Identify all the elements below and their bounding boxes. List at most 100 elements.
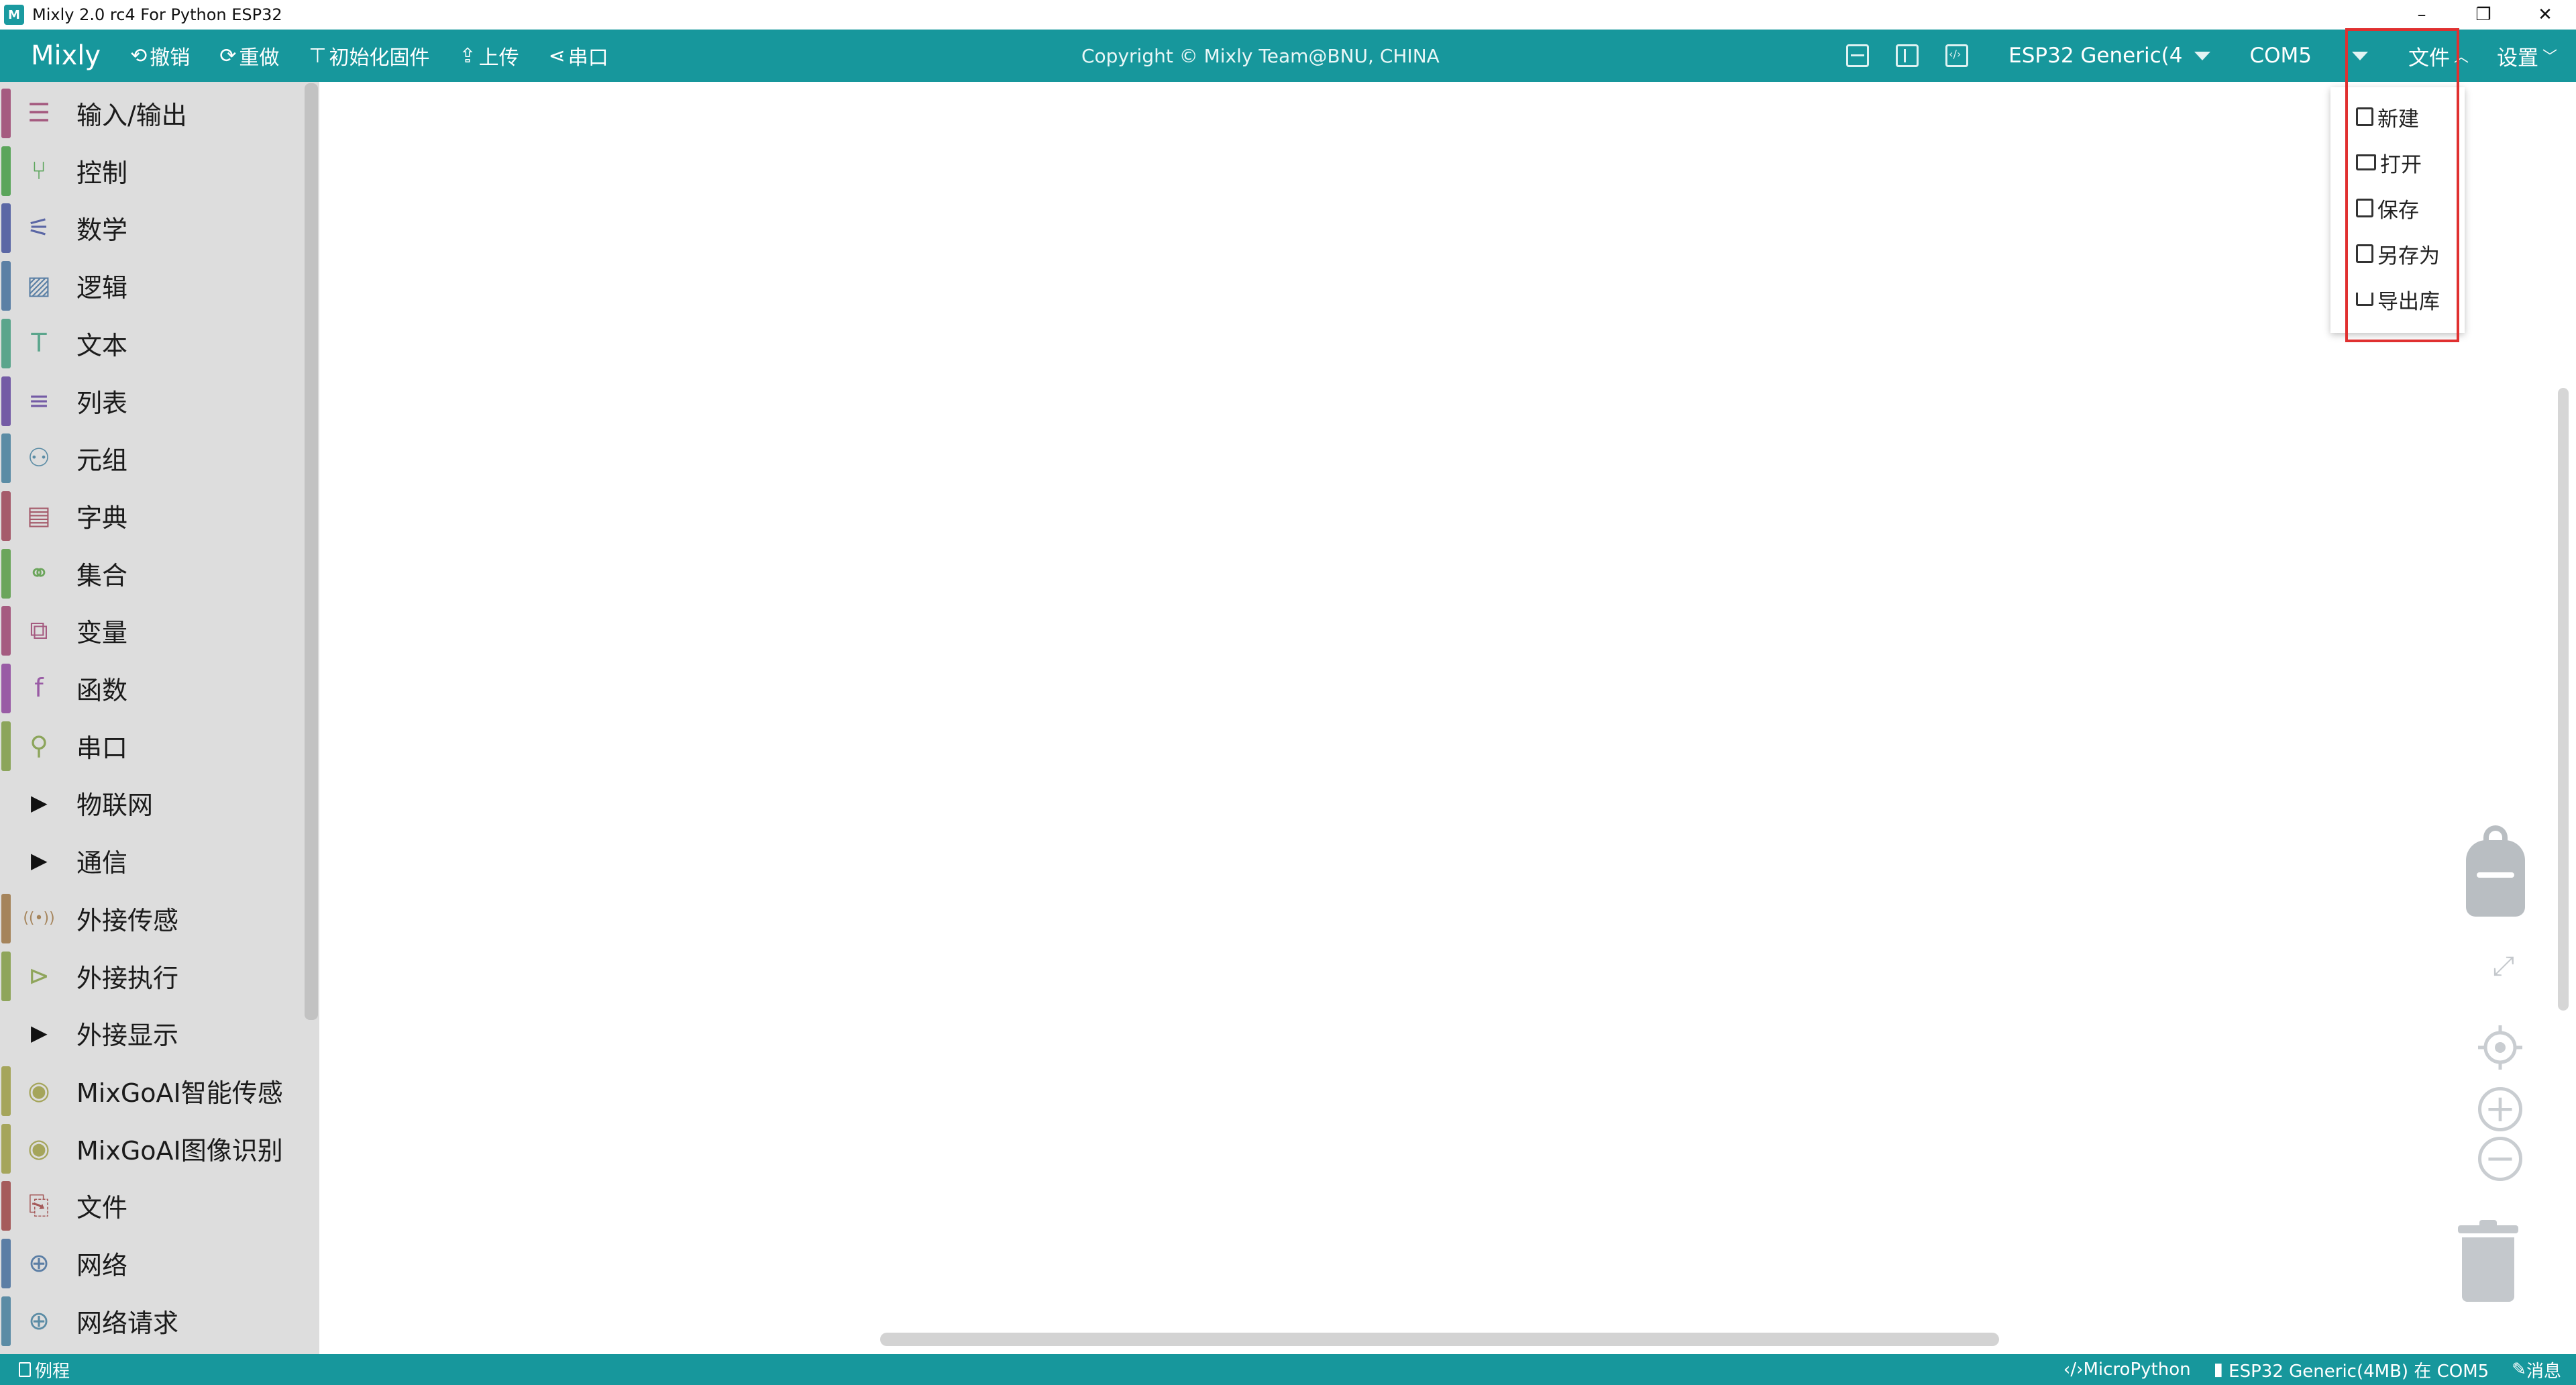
toolbar-right: ESP32 Generic(4 COM5 文件 ︿ 设置 ﹀ — [1846, 30, 2576, 82]
blockly-workspace[interactable] — [319, 82, 2576, 1354]
save-icon — [2356, 199, 2373, 217]
port-select[interactable]: COM5 — [2249, 44, 2408, 68]
serial-port-label: 串口 — [568, 46, 608, 70]
menu-item-save-as-label: 另存为 — [2377, 244, 2440, 268]
ai-sensor-icon: ◉ — [28, 1076, 50, 1105]
layout-code-icon[interactable] — [1945, 44, 1969, 67]
toolbox-category[interactable]: ⚇ 元组 — [0, 429, 305, 486]
port-dropdown-caret-icon — [2351, 51, 2368, 60]
message-icon: ✎ — [2512, 1360, 2526, 1380]
layout-blocks-icon[interactable] — [1846, 44, 1870, 67]
menu-item-new-label: 新建 — [2377, 107, 2419, 132]
menu-item-save[interactable]: 保存 — [2356, 188, 2419, 228]
category-color-stripe — [1, 721, 11, 771]
toolbox-category[interactable]: ▶ 物联网 — [0, 774, 305, 831]
toolbox-category[interactable]: ≡ 列表 — [0, 372, 305, 429]
new-file-icon — [2356, 107, 2373, 126]
control-icon: ⑂ — [31, 156, 47, 185]
block-toolbox: ☰ 输入/输出 ⑂ 控制 ⚟ 数学 ▨ 逻辑 T 文本 ≡ 列表 ⚇ 元组 ▤ 字典 ⚭ 集合 ⧉ 变量 f 函数 ⚲ 串口 ▶… — [0, 82, 319, 1354]
init-firmware-icon: ⊤ — [309, 44, 327, 68]
toolbox-category[interactable]: T 文本 — [0, 315, 305, 371]
board-select-value: ESP32 Generic(4 — [2008, 44, 2183, 68]
toolbox-category[interactable]: ⚲ 串口 — [0, 717, 305, 774]
redo-button[interactable]: ⟳ 重做 — [219, 41, 279, 70]
toolbox-category[interactable]: f 函数 — [0, 660, 305, 716]
menu-item-export-library-label: 导出库 — [2377, 289, 2440, 314]
close-button[interactable]: ✕ — [2514, 0, 2576, 30]
toolbox-category-label: 网络 — [76, 1250, 128, 1280]
restore-button[interactable]: ❐ — [2453, 0, 2514, 30]
toolbox-category[interactable]: ☰ 输入/输出 — [0, 85, 305, 141]
board-connection-indicator[interactable]: ▮ ESP32 Generic(4MB) 在 COM5 — [2214, 1357, 2489, 1382]
category-color-stripe — [1, 549, 11, 599]
toolbox-category[interactable]: ⑂ 控制 — [0, 142, 305, 199]
workspace-vertical-scrollbar[interactable] — [2558, 388, 2569, 1011]
toolbox-scrollbar[interactable] — [305, 83, 318, 1020]
upload-button[interactable]: ⇪ 上传 — [460, 41, 519, 70]
toolbox-category[interactable]: ◉ MixGoAI智能传感 — [0, 1062, 305, 1119]
settings-menu-button[interactable]: 设置 ﹀ — [2497, 41, 2557, 71]
zoom-in-icon[interactable]: + — [2478, 1087, 2522, 1131]
code-icon: ‹/› — [2063, 1360, 2084, 1380]
trash-icon[interactable] — [2458, 1220, 2518, 1302]
zoom-out-icon[interactable]: − — [2478, 1137, 2522, 1181]
toolbox-category[interactable]: ⊕ 网络 — [0, 1235, 305, 1291]
undo-label: 撤销 — [150, 46, 191, 70]
toolbox-category-label: 外接执行 — [76, 963, 179, 993]
file-menu-button[interactable]: 文件 ︿ — [2408, 41, 2469, 71]
tuple-icon: ⚇ — [27, 443, 51, 472]
file-menu-label: 文件 — [2408, 46, 2450, 70]
toolbox-category[interactable]: ⊳ 外接执行 — [0, 947, 305, 1004]
expand-arrow-icon: ▶ — [31, 790, 48, 815]
toolbox-category-label: 输入/输出 — [76, 100, 187, 130]
toolbox-category[interactable]: ◉ MixGoAI图像识别 — [0, 1120, 305, 1176]
backpack-icon[interactable] — [2466, 825, 2525, 917]
brand-logo[interactable]: Mixly — [31, 40, 101, 71]
toolbox-category-label: 物联网 — [76, 790, 154, 820]
menu-item-open[interactable]: 打开 — [2356, 142, 2422, 183]
menu-item-new[interactable]: 新建 — [2356, 97, 2419, 137]
undo-button[interactable]: ⟲ 撤销 — [130, 41, 190, 70]
serial-port-icon: ⋖ — [548, 44, 566, 68]
fullscreen-icon[interactable]: ⤢ — [2482, 945, 2525, 988]
set-icon: ⚭ — [28, 558, 50, 588]
layout-split-icon[interactable] — [1896, 44, 1919, 67]
minimize-button[interactable]: – — [2391, 0, 2453, 30]
board-select[interactable]: ESP32 Generic(4 — [2008, 44, 2211, 68]
toolbox-category-label: 文本 — [76, 330, 128, 360]
toolbox-category[interactable]: ⚭ 集合 — [0, 545, 305, 601]
language-indicator[interactable]: ‹/› MicroPython — [2063, 1360, 2191, 1380]
workspace-horizontal-scrollbar[interactable] — [880, 1333, 1999, 1346]
toolbox-category[interactable]: ((•)) 外接传感 — [0, 890, 305, 946]
init-firmware-button[interactable]: ⊤ 初始化固件 — [309, 41, 429, 70]
toolbox-category-label: 文件 — [76, 1192, 128, 1223]
logic-icon: ▨ — [27, 270, 51, 300]
external-sensor-icon: ((•)) — [23, 909, 55, 927]
category-color-stripe — [1, 203, 11, 253]
toolbox-category[interactable]: ▶ 外接显示 — [0, 1005, 305, 1061]
chevron-down-icon: ﹀ — [2542, 49, 2557, 66]
menu-item-save-as[interactable]: 另存为 — [2356, 234, 2440, 274]
toolbox-category[interactable]: ⧉ 变量 — [0, 602, 305, 658]
toolbox-category[interactable]: ⚟ 数学 — [0, 199, 305, 256]
toolbox-category[interactable]: ▶ 通信 — [0, 832, 305, 888]
serial-port-button[interactable]: ⋖ 串口 — [549, 41, 608, 70]
category-color-stripe — [1, 261, 11, 311]
toolbox-category-label: 集合 — [76, 560, 128, 591]
messages-button[interactable]: ✎ 消息 — [2512, 1357, 2561, 1382]
toolbox-category[interactable]: ⊕ 网络请求 — [0, 1292, 305, 1349]
toolbox-category[interactable]: ⎘ 文件 — [0, 1177, 305, 1233]
toolbox-category[interactable]: ▤ 字典 — [0, 487, 305, 544]
app-logo-icon: M — [4, 5, 24, 25]
menu-item-export-library[interactable]: 导出库 — [2356, 279, 2440, 319]
toolbox-category[interactable]: ▨ 逻辑 — [0, 257, 305, 313]
settings-menu-label: 设置 — [2496, 46, 2538, 70]
recenter-icon[interactable] — [2475, 1023, 2525, 1072]
dictionary-icon: ▤ — [27, 501, 51, 530]
toolbox-category-label: 串口 — [76, 733, 128, 763]
toolbox-category-label: 逻辑 — [76, 272, 128, 303]
toolbox-category-label: 网络请求 — [76, 1308, 179, 1338]
chip-icon: ▮ — [2213, 1360, 2223, 1380]
port-select-value: COM5 — [2249, 44, 2312, 68]
examples-button[interactable]: 例程 — [19, 1357, 70, 1382]
